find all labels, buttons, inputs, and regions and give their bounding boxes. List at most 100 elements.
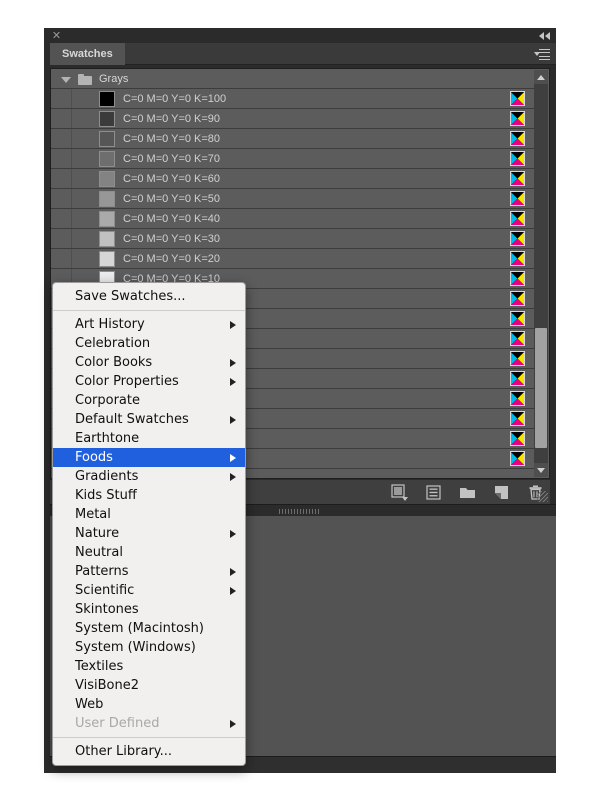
cmyk-color-mode-icon xyxy=(510,171,525,186)
menu-item-kids-stuff[interactable]: Kids Stuff xyxy=(53,486,245,505)
new-color-group-icon[interactable] xyxy=(459,484,476,501)
app-root: ✕ Swatches Grays C=0 M=0 Y=0 K=100 C=0 M=0… xyxy=(0,0,600,800)
swatch-row[interactable]: C=0 M=0 Y=0 K=50 xyxy=(51,189,536,209)
swatch-group-row[interactable]: Grays xyxy=(51,69,536,89)
menu-item-user-defined: User Defined xyxy=(53,714,245,733)
menu-item-system-windows[interactable]: System (Windows) xyxy=(53,638,245,657)
menu-item-label: Color Properties xyxy=(75,374,179,389)
close-icon[interactable]: ✕ xyxy=(51,30,62,41)
menu-item-label: Metal xyxy=(75,507,111,522)
menu-item-other-library[interactable]: Other Library... xyxy=(53,742,245,761)
resize-grip-icon[interactable] xyxy=(537,491,548,502)
submenu-arrow-icon xyxy=(230,587,236,595)
collapse-panel-icon[interactable] xyxy=(536,31,550,41)
menu-item-earthtone[interactable]: Earthtone xyxy=(53,429,245,448)
panel-left-edge xyxy=(44,43,50,773)
menu-item-label: System (Macintosh) xyxy=(75,621,204,636)
swatch-row[interactable]: C=0 M=0 Y=0 K=80 xyxy=(51,129,536,149)
folder-icon xyxy=(78,74,92,85)
swatch-color-chip[interactable] xyxy=(99,231,115,247)
menu-item-web[interactable]: Web xyxy=(53,695,245,714)
chevron-down-icon[interactable] xyxy=(61,77,71,83)
submenu-arrow-icon xyxy=(230,473,236,481)
menu-item-label: Other Library... xyxy=(75,744,173,759)
show-swatch-kinds-icon[interactable] xyxy=(391,483,408,501)
menu-item-label: Save Swatches... xyxy=(75,289,186,304)
list-view-icon[interactable] xyxy=(425,484,442,501)
swatch-color-chip[interactable] xyxy=(99,91,115,107)
cmyk-color-mode-icon xyxy=(510,311,525,326)
cmyk-color-mode-icon xyxy=(510,111,525,126)
menu-item-system-macintosh[interactable]: System (Macintosh) xyxy=(53,619,245,638)
new-swatch-icon[interactable] xyxy=(493,484,510,501)
scroll-down-arrow-icon[interactable] xyxy=(534,463,548,477)
menu-item-foods[interactable]: Foods xyxy=(53,448,245,467)
menu-item-scientific[interactable]: Scientific xyxy=(53,581,245,600)
panel-tabstrip: Swatches xyxy=(44,43,556,65)
swatch-row[interactable]: C=0 M=0 Y=0 K=70 xyxy=(51,149,536,169)
menu-item-label: Earthtone xyxy=(75,431,140,446)
menu-item-label: Skintones xyxy=(75,602,139,617)
submenu-arrow-icon xyxy=(230,454,236,462)
swatch-color-chip[interactable] xyxy=(99,111,115,127)
scroll-up-arrow-icon[interactable] xyxy=(534,70,548,84)
swatch-color-chip[interactable] xyxy=(99,251,115,267)
cmyk-color-mode-icon xyxy=(510,411,525,426)
swatch-name: C=0 M=0 Y=0 K=40 xyxy=(123,213,221,225)
cmyk-color-mode-icon xyxy=(510,291,525,306)
menu-item-skintones[interactable]: Skintones xyxy=(53,600,245,619)
cmyk-color-mode-icon xyxy=(510,191,525,206)
menu-item-textiles[interactable]: Textiles xyxy=(53,657,245,676)
swatch-row[interactable]: C=0 M=0 Y=0 K=30 xyxy=(51,229,536,249)
swatch-name: C=0 M=0 Y=0 K=70 xyxy=(123,153,221,165)
swatch-color-chip[interactable] xyxy=(99,211,115,227)
cmyk-color-mode-icon xyxy=(510,451,525,466)
menu-item-default-swatches[interactable]: Default Swatches xyxy=(53,410,245,429)
menu-item-nature[interactable]: Nature xyxy=(53,524,245,543)
cmyk-color-mode-icon xyxy=(510,431,525,446)
swatch-list-scrollbar[interactable] xyxy=(534,70,548,477)
submenu-arrow-icon xyxy=(230,720,236,728)
swatch-row[interactable]: C=0 M=0 Y=0 K=90 xyxy=(51,109,536,129)
swatch-color-chip[interactable] xyxy=(99,131,115,147)
cmyk-color-mode-icon xyxy=(510,131,525,146)
menu-item-celebration[interactable]: Celebration xyxy=(53,334,245,353)
cmyk-color-mode-icon xyxy=(510,91,525,106)
panel-menu-icon[interactable] xyxy=(534,49,550,60)
cmyk-color-mode-icon xyxy=(510,251,525,266)
menu-item-color-books[interactable]: Color Books xyxy=(53,353,245,372)
submenu-arrow-icon xyxy=(230,321,236,329)
swatch-name: C=0 M=0 Y=0 K=80 xyxy=(123,133,221,145)
swatch-name: C=0 M=0 Y=0 K=60 xyxy=(123,173,221,185)
menu-item-label: Foods xyxy=(75,450,113,465)
menu-item-label: Neutral xyxy=(75,545,123,560)
swatch-color-chip[interactable] xyxy=(99,191,115,207)
menu-item-label: Default Swatches xyxy=(75,412,189,427)
menu-item-label: System (Windows) xyxy=(75,640,196,655)
swatch-row[interactable]: C=0 M=0 Y=0 K=100 xyxy=(51,89,536,109)
cmyk-color-mode-icon xyxy=(510,151,525,166)
menu-item-gradients[interactable]: Gradients xyxy=(53,467,245,486)
menu-item-label: Corporate xyxy=(75,393,140,408)
swatch-name: C=0 M=0 Y=0 K=50 xyxy=(123,193,221,205)
menu-item-group: Art History Celebration Color Books Color P… xyxy=(53,315,245,733)
menu-item-art-history[interactable]: Art History xyxy=(53,315,245,334)
scrollbar-thumb[interactable] xyxy=(535,328,547,448)
tab-swatches[interactable]: Swatches xyxy=(50,43,125,65)
swatch-color-chip[interactable] xyxy=(99,171,115,187)
swatch-color-chip[interactable] xyxy=(99,151,115,167)
menu-item-corporate[interactable]: Corporate xyxy=(53,391,245,410)
menu-item-visibone2[interactable]: VisiBone2 xyxy=(53,676,245,695)
menu-item-neutral[interactable]: Neutral xyxy=(53,543,245,562)
menu-item-patterns[interactable]: Patterns xyxy=(53,562,245,581)
submenu-arrow-icon xyxy=(230,416,236,424)
drag-grip-icon xyxy=(279,509,321,514)
swatch-row[interactable]: C=0 M=0 Y=0 K=60 xyxy=(51,169,536,189)
cmyk-color-mode-icon xyxy=(510,331,525,346)
swatch-row[interactable]: C=0 M=0 Y=0 K=20 xyxy=(51,249,536,269)
menu-item-metal[interactable]: Metal xyxy=(53,505,245,524)
swatch-row[interactable]: C=0 M=0 Y=0 K=40 xyxy=(51,209,536,229)
menu-item-save-swatches[interactable]: Save Swatches... xyxy=(53,287,245,306)
menu-item-color-properties[interactable]: Color Properties xyxy=(53,372,245,391)
submenu-arrow-icon xyxy=(230,359,236,367)
